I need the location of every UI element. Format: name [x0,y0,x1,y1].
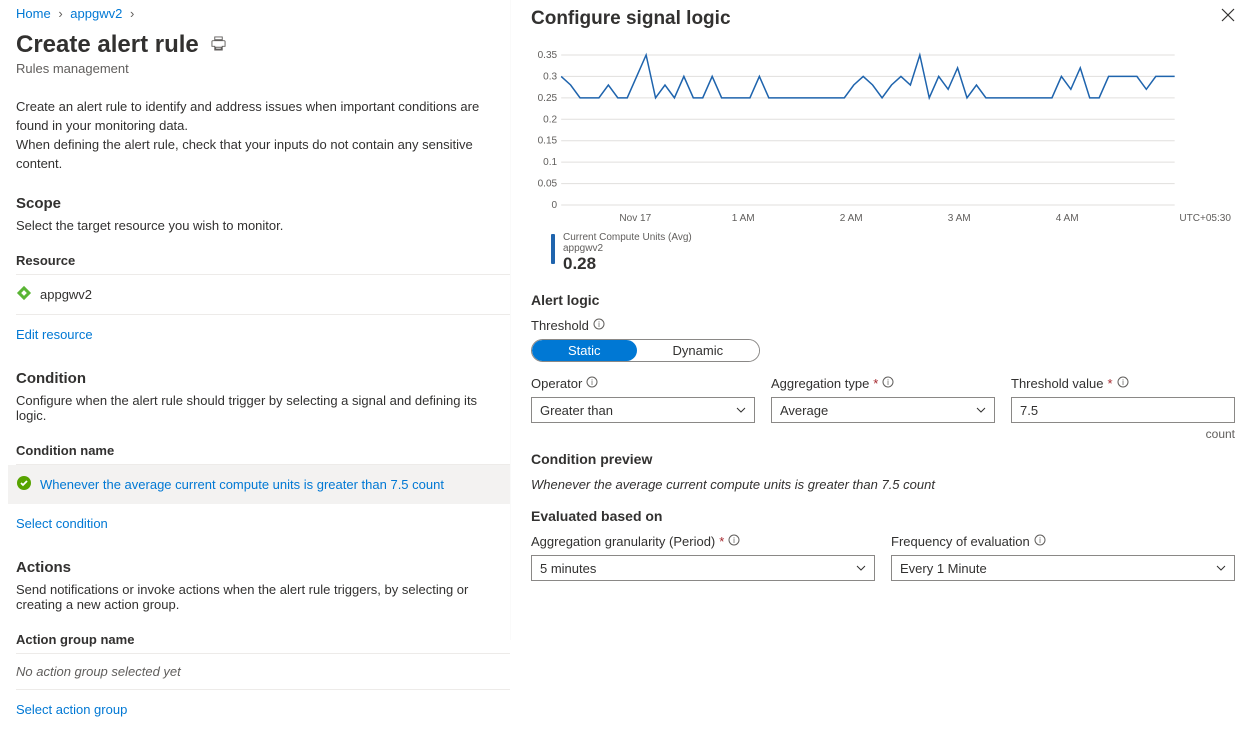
condition-desc: Configure when the alert rule should tri… [16,393,510,423]
select-action-group-link[interactable]: Select action group [16,702,127,717]
scope-heading: Scope [16,195,510,212]
legend-color-bar [551,234,555,264]
svg-text:0.1: 0.1 [543,157,557,168]
evaluated-based-on-heading: Evaluated based on [531,508,1235,524]
operator-label: Operator i [531,376,755,391]
check-circle-icon [16,475,32,494]
svg-text:0.2: 0.2 [543,114,557,125]
close-icon[interactable] [1221,8,1235,25]
page-subtitle: Rules management [16,61,510,76]
info-icon[interactable]: i [593,318,605,333]
svg-text:4 AM: 4 AM [1056,213,1079,224]
intro-text: Create an alert rule to identify and add… [16,98,510,173]
condition-preview-heading: Condition preview [531,451,1235,467]
svg-text:i: i [1039,536,1041,545]
actions-heading: Actions [16,559,510,576]
chart-legend: Current Compute Units (Avg) appgwv2 0.28 [551,232,1235,274]
svg-text:0.15: 0.15 [538,136,558,147]
info-icon[interactable]: i [728,534,740,549]
svg-text:3 AM: 3 AM [948,213,971,224]
resource-name: appgwv2 [40,287,92,302]
svg-text:i: i [1122,378,1124,387]
svg-text:0.3: 0.3 [543,71,557,82]
legend-resource-name: appgwv2 [563,243,692,254]
threshold-toggle[interactable]: Static Dynamic [531,339,760,362]
actions-col-header: Action group name [16,626,510,654]
chevron-down-icon [856,561,866,576]
operator-select[interactable]: Greater than [531,397,755,423]
info-icon[interactable]: i [1117,376,1129,391]
svg-text:i: i [598,320,600,329]
actions-desc: Send notifications or invoke actions whe… [16,582,510,612]
legend-series-name: Current Compute Units (Avg) [563,232,692,243]
aggregation-type-select[interactable]: Average [771,397,995,423]
svg-text:i: i [591,378,593,387]
info-icon[interactable]: i [586,376,598,391]
frequency-label: Frequency of evaluation i [891,534,1235,549]
threshold-label: Threshold i [531,318,1235,333]
svg-text:i: i [733,536,735,545]
info-icon[interactable]: i [882,376,894,391]
print-icon[interactable] [211,36,226,54]
legend-value: 0.28 [563,254,692,274]
granularity-select[interactable]: 5 minutes [531,555,875,581]
svg-text:0.25: 0.25 [538,93,558,104]
svg-text:i: i [887,378,889,387]
svg-text:0.05: 0.05 [538,179,558,190]
info-icon[interactable]: i [1034,534,1046,549]
threshold-unit: count [1011,427,1235,441]
aggregation-type-label: Aggregation type* i [771,376,995,391]
condition-col-header: Condition name [16,437,510,465]
svg-text:UTC+05:30: UTC+05:30 [1179,213,1231,224]
app-gateway-icon [16,285,32,304]
threshold-static-option[interactable]: Static [532,340,637,361]
chevron-down-icon [1216,561,1226,576]
svg-text:0: 0 [552,200,558,211]
metric-chart: 0 0.05 0.1 0.15 0.2 0.25 0.3 0.35 Nov 17 1 AM 2 AM… [531,50,1235,228]
svg-text:0.35: 0.35 [538,50,558,61]
alert-logic-heading: Alert logic [531,292,1235,308]
frequency-select[interactable]: Every 1 Minute [891,555,1235,581]
panel-title: Configure signal logic [531,8,731,30]
scope-col-header: Resource [16,247,510,275]
condition-row[interactable]: Whenever the average current compute uni… [8,465,510,504]
resource-row: appgwv2 [16,275,510,315]
page-title: Create alert rule [16,31,199,59]
svg-text:Nov 17: Nov 17 [619,213,651,224]
svg-text:1 AM: 1 AM [732,213,755,224]
main-content: Home › appgwv2 › Create alert rule Rules… [0,0,510,640]
condition-item-link[interactable]: Whenever the average current compute uni… [40,477,444,492]
breadcrumb-sep: › [58,6,62,21]
actions-empty-row: No action group selected yet [16,654,510,690]
select-condition-link[interactable]: Select condition [16,516,108,531]
breadcrumb: Home › appgwv2 › [16,6,510,21]
svg-text:2 AM: 2 AM [840,213,863,224]
breadcrumb-home[interactable]: Home [16,6,51,21]
chevron-down-icon [736,403,746,418]
scope-desc: Select the target resource you wish to m… [16,218,510,233]
configure-signal-panel: Configure signal logic 0 0.05 0.1 0.15 0.2 0.… [510,0,1255,640]
threshold-dynamic-option[interactable]: Dynamic [637,340,760,361]
threshold-value-label: Threshold value* i [1011,376,1235,391]
breadcrumb-resource[interactable]: appgwv2 [70,6,122,21]
edit-resource-link[interactable]: Edit resource [16,327,93,342]
granularity-label: Aggregation granularity (Period)* i [531,534,875,549]
condition-heading: Condition [16,370,510,387]
condition-preview-text: Whenever the average current compute uni… [531,477,1235,492]
threshold-value-input[interactable]: 7.5 [1011,397,1235,423]
chevron-down-icon [976,403,986,418]
breadcrumb-sep: › [130,6,134,21]
